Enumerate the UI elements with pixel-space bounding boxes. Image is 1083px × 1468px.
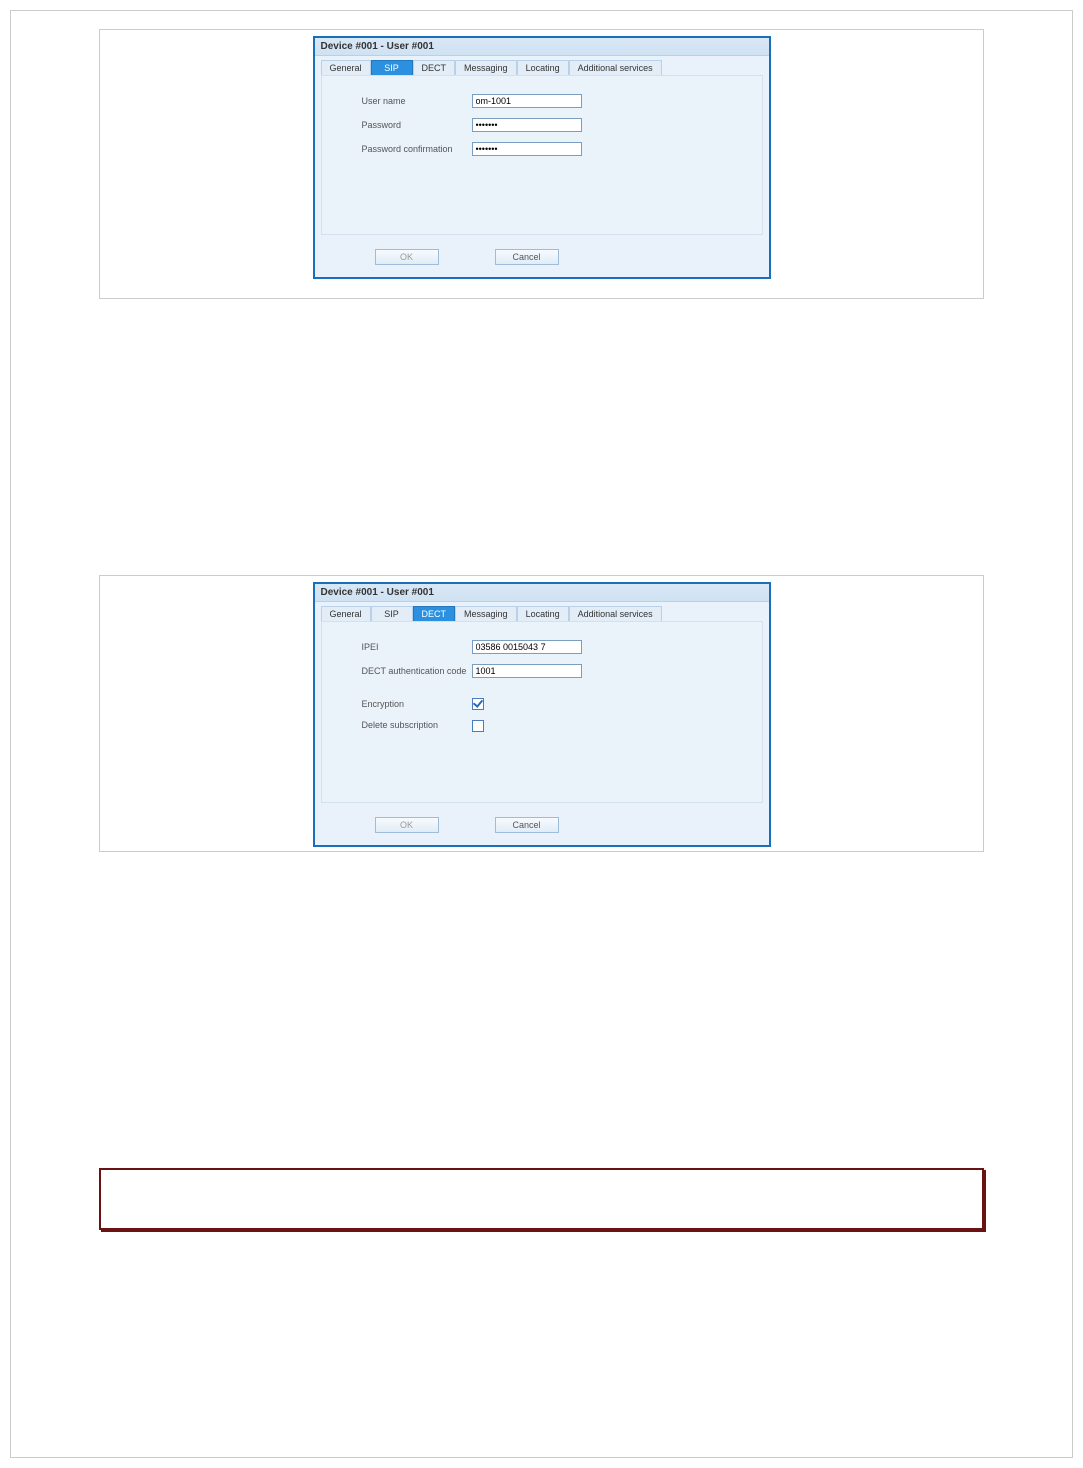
tab-messaging[interactable]: Messaging <box>455 60 517 75</box>
figure-dect-container: Device #001 - User #001 General SIP DECT… <box>313 582 771 847</box>
row-authcode: DECT authentication code <box>362 664 738 678</box>
tab-additional-services-2[interactable]: Additional services <box>569 606 662 621</box>
button-row-dect: OK Cancel <box>321 803 763 837</box>
input-ipei[interactable] <box>472 640 582 654</box>
row-delete-sub: Delete subscription <box>362 720 738 732</box>
label-username: User name <box>362 96 472 106</box>
tab-panel-sip: User name Password Password confirmation <box>321 75 763 235</box>
dialog-dect-title: Device #001 - User #001 <box>315 584 769 602</box>
label-delete-sub: Delete subscription <box>362 721 472 731</box>
dialog-sip: Device #001 - User #001 General SIP DECT… <box>313 36 771 279</box>
tab-messaging-2[interactable]: Messaging <box>455 606 517 621</box>
figure-sip-outer: Device #001 - User #001 General SIP DECT… <box>99 29 984 299</box>
tab-dect[interactable]: DECT <box>413 60 456 75</box>
label-encryption: Encryption <box>362 699 472 709</box>
tab-general-2[interactable]: General <box>321 606 371 621</box>
tab-locating[interactable]: Locating <box>517 60 569 75</box>
tabs-sip: General SIP DECT Messaging Locating Addi… <box>321 60 763 75</box>
dialog-sip-body: General SIP DECT Messaging Locating Addi… <box>315 56 769 277</box>
label-password: Password <box>362 120 472 130</box>
gap-1 <box>362 688 738 698</box>
spacer-1 <box>11 317 1072 557</box>
input-username[interactable] <box>472 94 582 108</box>
tab-additional-services[interactable]: Additional services <box>569 60 662 75</box>
figure-dect-outer: Device #001 - User #001 General SIP DECT… <box>99 575 984 852</box>
checkbox-delete-sub[interactable] <box>472 720 484 732</box>
dialog-dect: Device #001 - User #001 General SIP DECT… <box>313 582 771 847</box>
tab-sip-2[interactable]: SIP <box>371 606 413 621</box>
label-authcode: DECT authentication code <box>362 666 472 676</box>
spacer-2 <box>11 870 1072 1150</box>
warning-box <box>99 1168 984 1230</box>
dialog-dect-body: General SIP DECT Messaging Locating Addi… <box>315 602 769 845</box>
ok-button-2[interactable]: OK <box>375 817 439 833</box>
tabs-dect: General SIP DECT Messaging Locating Addi… <box>321 606 763 621</box>
tab-panel-dect: IPEI DECT authentication code Encryption <box>321 621 763 803</box>
figure-sip-container: Device #001 - User #001 General SIP DECT… <box>313 36 771 279</box>
input-password-conf[interactable] <box>472 142 582 156</box>
tab-general[interactable]: General <box>321 60 371 75</box>
tab-dect-2[interactable]: DECT <box>413 606 456 621</box>
row-password-conf: Password confirmation <box>362 142 738 156</box>
tab-locating-2[interactable]: Locating <box>517 606 569 621</box>
tab-sip[interactable]: SIP <box>371 60 413 75</box>
label-password-conf: Password confirmation <box>362 144 472 154</box>
dialog-sip-title: Device #001 - User #001 <box>315 38 769 56</box>
ok-button[interactable]: OK <box>375 249 439 265</box>
row-encryption: Encryption <box>362 698 738 710</box>
checkbox-encryption[interactable] <box>472 698 484 710</box>
row-username: User name <box>362 94 738 108</box>
page-outer: Device #001 - User #001 General SIP DECT… <box>10 10 1073 1458</box>
button-row-sip: OK Cancel <box>321 235 763 269</box>
row-ipei: IPEI <box>362 640 738 654</box>
cancel-button[interactable]: Cancel <box>495 249 559 265</box>
input-authcode[interactable] <box>472 664 582 678</box>
label-ipei: IPEI <box>362 642 472 652</box>
row-password: Password <box>362 118 738 132</box>
input-password[interactable] <box>472 118 582 132</box>
cancel-button-2[interactable]: Cancel <box>495 817 559 833</box>
